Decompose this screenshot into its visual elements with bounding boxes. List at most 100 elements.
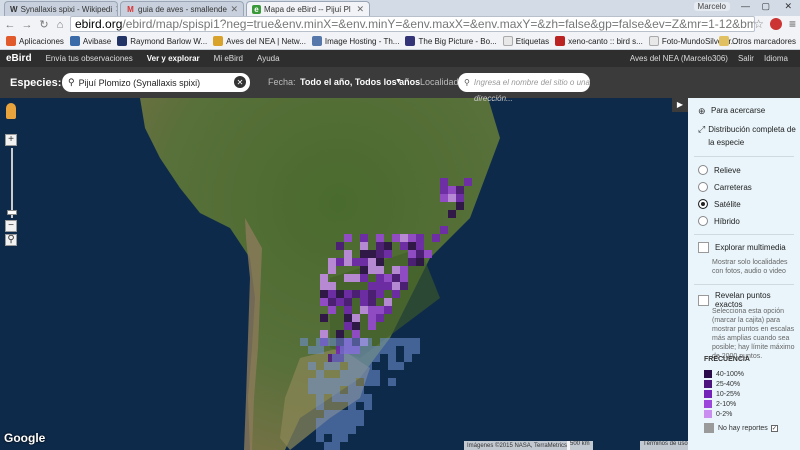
map-canvas[interactable]: ▶	[0, 98, 688, 450]
close-icon[interactable]: ✕	[112, 4, 117, 15]
frequency-cell[interactable]	[360, 306, 368, 314]
frequency-cell[interactable]	[416, 250, 424, 258]
address-bar[interactable]: ebird.org/ebird/map/spispi1?neg=true&env…	[70, 16, 755, 32]
layer-option-hibrido[interactable]: Híbrido	[698, 216, 740, 226]
frequency-cell[interactable]	[352, 330, 360, 338]
radio-button[interactable]	[698, 216, 708, 226]
frequency-cell[interactable]	[384, 242, 392, 250]
frequency-cell[interactable]	[320, 290, 328, 298]
frequency-cell[interactable]	[400, 274, 408, 282]
ebird-logo[interactable]: eBird	[6, 53, 32, 64]
nav-help[interactable]: Ayuda	[257, 54, 280, 63]
frequency-cell[interactable]	[344, 250, 352, 258]
checkbox[interactable]	[698, 242, 709, 253]
close-icon[interactable]: ✕	[227, 4, 238, 15]
frequency-cell[interactable]	[456, 194, 464, 202]
frequency-cell[interactable]	[352, 314, 360, 322]
bookmark-xeno-canto[interactable]: xeno-canto :: bird s...	[555, 36, 643, 46]
frequency-cell[interactable]	[328, 306, 336, 314]
frequency-cell[interactable]	[400, 266, 408, 274]
no-reports-toggle[interactable]: No hay reportes ✓	[704, 423, 778, 433]
multimedia-option[interactable]: Explorar multimedia	[698, 242, 786, 253]
frequency-cell[interactable]	[344, 322, 352, 330]
checkbox-checked[interactable]: ✓	[770, 424, 778, 432]
bookmark-etiquetas[interactable]: Etiquetas	[502, 36, 549, 46]
frequency-cell[interactable]	[448, 194, 456, 202]
frequency-cell[interactable]	[344, 314, 352, 322]
frequency-cell[interactable]	[360, 258, 368, 266]
frequency-cell[interactable]	[368, 298, 376, 306]
nav-logout[interactable]: Salir	[738, 54, 754, 63]
bookmark-aves-del-nea[interactable]: Aves del NEA | Netw...	[213, 36, 306, 46]
frequency-cell[interactable]	[368, 258, 376, 266]
date-dropdown[interactable]: Todo el año, Todos los años	[300, 77, 420, 87]
zoom-out-button[interactable]: −	[5, 220, 17, 232]
checkbox[interactable]	[698, 294, 709, 306]
frequency-cell[interactable]	[360, 274, 368, 282]
nav-submit-observations[interactable]: Envía tus observaciones	[46, 54, 133, 63]
frequency-cell[interactable]	[320, 314, 328, 322]
frequency-cell[interactable]	[336, 298, 344, 306]
frequency-cell[interactable]	[440, 178, 448, 186]
clear-icon[interactable]: ✕	[234, 76, 246, 88]
reload-icon[interactable]: ↻	[37, 18, 51, 31]
extension-icon[interactable]	[770, 18, 782, 30]
frequency-cell[interactable]	[384, 274, 392, 282]
browser-tab-wikipedia[interactable]: W Synallaxis spixi - Wikipedi ✕	[4, 1, 118, 16]
frequency-cell[interactable]	[392, 266, 400, 274]
window-user-badge[interactable]: Marcelo	[693, 2, 730, 11]
magnifier-icon[interactable]: ⚲	[5, 234, 17, 246]
zoom-in-button[interactable]: +	[5, 134, 17, 146]
frequency-cell[interactable]	[376, 274, 384, 282]
frequency-cell[interactable]	[384, 298, 392, 306]
frequency-cell[interactable]	[368, 250, 376, 258]
bookmark-other-folder[interactable]: Otros marcadores	[718, 36, 796, 46]
frequency-cell[interactable]	[368, 314, 376, 322]
frequency-cell[interactable]	[352, 290, 360, 298]
frequency-cell[interactable]	[360, 250, 368, 258]
zoom-in-hint[interactable]: ⊕ Para acercarse	[698, 106, 765, 117]
frequency-cell[interactable]	[328, 298, 336, 306]
nav-language[interactable]: Idioma	[764, 54, 788, 63]
frequency-cell[interactable]	[344, 234, 352, 242]
frequency-cell[interactable]	[392, 274, 400, 282]
frequency-cell[interactable]	[448, 210, 456, 218]
frequency-cell[interactable]	[392, 282, 400, 290]
street-view-pegman-icon[interactable]	[6, 103, 16, 119]
frequency-cell[interactable]	[400, 242, 408, 250]
frequency-cell[interactable]	[360, 298, 368, 306]
frequency-cell[interactable]	[456, 186, 464, 194]
frequency-cell[interactable]	[344, 298, 352, 306]
nav-user-account[interactable]: Aves del NEA (Marcelo306)	[630, 54, 728, 63]
frequency-cell[interactable]	[416, 242, 424, 250]
frequency-cell[interactable]	[320, 282, 328, 290]
frequency-cell[interactable]	[408, 250, 416, 258]
frequency-cell[interactable]	[392, 290, 400, 298]
frequency-cell[interactable]	[376, 306, 384, 314]
layer-option-relieve[interactable]: Relieve	[698, 165, 741, 175]
frequency-cell[interactable]	[408, 234, 416, 242]
frequency-cell[interactable]	[320, 330, 328, 338]
frequency-cell[interactable]	[352, 322, 360, 330]
frequency-cell[interactable]	[336, 290, 344, 298]
location-input[interactable]: ⚲ Ingresa el nombre del sitio o una	[458, 73, 590, 92]
frequency-cell[interactable]	[336, 330, 344, 338]
frequency-cell[interactable]	[400, 282, 408, 290]
frequency-cell[interactable]	[368, 306, 376, 314]
frequency-cell[interactable]	[336, 258, 344, 266]
browser-menu-icon[interactable]: ≡	[789, 17, 796, 31]
frequency-cell[interactable]	[376, 290, 384, 298]
zoom-slider[interactable]	[7, 148, 17, 218]
frequency-cell[interactable]	[352, 274, 360, 282]
frequency-cell[interactable]	[344, 290, 352, 298]
frequency-cell[interactable]	[376, 250, 384, 258]
frequency-cell[interactable]	[376, 282, 384, 290]
frequency-cell[interactable]	[456, 202, 464, 210]
frequency-cell[interactable]	[400, 234, 408, 242]
radio-button[interactable]	[698, 165, 708, 175]
forward-icon[interactable]: →	[20, 19, 34, 31]
bookmark-star-icon[interactable]: ☆	[753, 17, 764, 31]
frequency-cell[interactable]	[360, 266, 368, 274]
frequency-cell[interactable]	[360, 242, 368, 250]
frequency-cell[interactable]	[376, 314, 384, 322]
